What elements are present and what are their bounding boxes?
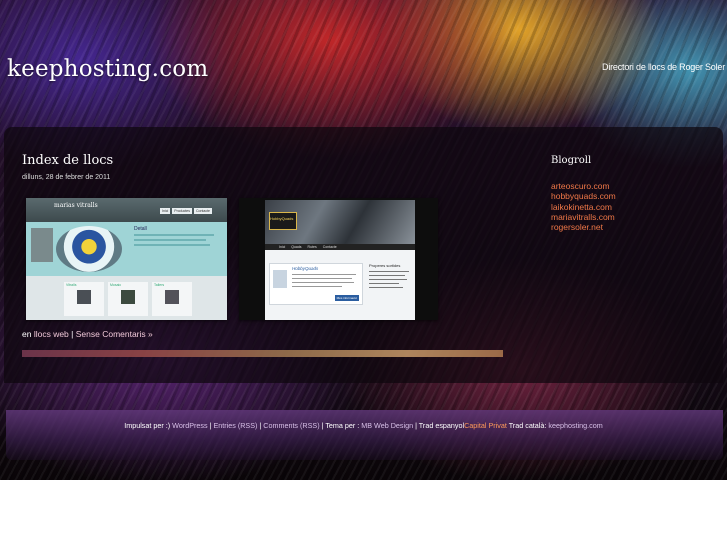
footer-trad-es: | Trad espanyol: [413, 421, 465, 430]
screenshot-text-line: [134, 234, 214, 236]
screenshot-thumb-card: Mosaic: [108, 282, 148, 316]
screenshot-thumb-card: Vitralls: [64, 282, 104, 316]
screenshot-text-line: [292, 274, 356, 275]
post-date: dilluns, 28 de febrer de 2011: [22, 174, 111, 181]
screenshot-text-line: [134, 244, 210, 246]
blogroll-link[interactable]: hobbyquads.com: [551, 191, 616, 201]
screenshot-text-line: [369, 275, 405, 276]
footer-trad-ca: Trad català:: [506, 421, 549, 430]
blogroll-link[interactable]: laikokinetta.com: [551, 202, 616, 212]
site-title-link[interactable]: keephosting.com: [7, 56, 208, 82]
post-meta-prefix: en: [22, 329, 34, 339]
site-title: keephosting.com: [7, 56, 208, 82]
screenshot-text-line: [369, 279, 407, 280]
screenshot-thumb-image: [121, 290, 135, 304]
category-link[interactable]: llocs web: [34, 329, 69, 339]
page-background: keephosting.com Directori de llocs de Ro…: [0, 0, 727, 480]
blogroll-link[interactable]: rogersoler.net: [551, 222, 616, 232]
screenshot-site-name: marias vitralls: [54, 202, 98, 209]
site-screenshot-mariavitralls[interactable]: marias vitralls Inici Productes Contacte…: [26, 198, 227, 320]
post-meta-separator: |: [68, 329, 76, 339]
screenshot-text-line: [292, 282, 354, 283]
screenshot-text-line: [369, 271, 409, 272]
screenshot-text-line: [292, 286, 342, 287]
screenshot-text-line: [369, 287, 403, 288]
screenshot-nav-item: Contacte: [194, 208, 213, 214]
site-screenshot-hobbyquads[interactable]: HobbyQuads Inici Quads Rutes Contacte Ho…: [239, 198, 438, 320]
wordpress-link[interactable]: WordPress: [172, 421, 207, 430]
screenshot-logo: HobbyQuads: [270, 216, 294, 221]
screenshot-sidebar: Properes sortides: [369, 263, 413, 318]
screenshot-thumb-label: Mosaic: [110, 283, 122, 287]
site-tagline: Directori de llocs de Roger Soler: [602, 62, 725, 72]
screenshot-thumb-card: Tallers: [152, 282, 192, 316]
footer-powered: Impulsat per :): [124, 421, 173, 430]
screenshot-content-box: HobbyQuads Més informació: [269, 263, 363, 305]
screenshot-side-block: [31, 228, 53, 262]
blogroll-link[interactable]: mariavitralls.com: [551, 212, 616, 222]
entries-rss-link[interactable]: Entries (RSS): [213, 421, 257, 430]
screenshot-nav: Inici Productes Contacte: [160, 208, 213, 214]
blogroll-list: arteoscuro.com hobbyquads.com laikokinet…: [551, 181, 616, 232]
screenshot-quad-image: [273, 270, 287, 288]
capital-privat-link[interactable]: Capital Privat: [464, 421, 507, 430]
post-title[interactable]: Index de llocs: [22, 153, 113, 168]
screenshot-stained-glass-image: [56, 226, 122, 272]
comments-rss-link[interactable]: Comments (RSS): [263, 421, 319, 430]
keephosting-footer-link[interactable]: keephosting.com: [548, 421, 602, 430]
screenshot-nav-item: Productes: [172, 208, 192, 214]
screenshot-thumb-label: Tallers: [154, 283, 165, 287]
screenshot-text-line: [369, 283, 399, 284]
footer-theme-prefix: | Tema per :: [319, 421, 362, 430]
footer-credits: Impulsat per :) WordPress | Entries (RSS…: [0, 421, 727, 430]
screenshot-side-title: Properes sortides: [369, 263, 401, 268]
footer-strip: [6, 410, 723, 460]
screenshot-logo-box: [269, 212, 297, 230]
post-meta: en llocs web | Sense Comentaris »: [22, 329, 153, 339]
screenshot-thumb-label: Vitralls: [66, 283, 77, 287]
screenshot-thumb-image: [77, 290, 91, 304]
screenshot-text-line: [292, 278, 352, 279]
screenshot-thumb-image: [165, 290, 179, 304]
screenshot-text-line: [134, 239, 206, 241]
blogroll-link[interactable]: arteoscuro.com: [551, 181, 616, 191]
post-divider: [22, 350, 503, 357]
theme-author-link[interactable]: MB Web Design: [361, 421, 413, 430]
screenshot-nav-item: Inici: [160, 208, 171, 214]
comments-link[interactable]: Sense Comentaris »: [76, 329, 153, 339]
screenshot-box-button: Més informació: [334, 295, 359, 301]
screenshot-box-title: HobbyQuads: [292, 266, 319, 271]
blogroll-title: Blogroll: [551, 155, 592, 166]
screenshot-heading: Detall: [134, 226, 147, 232]
